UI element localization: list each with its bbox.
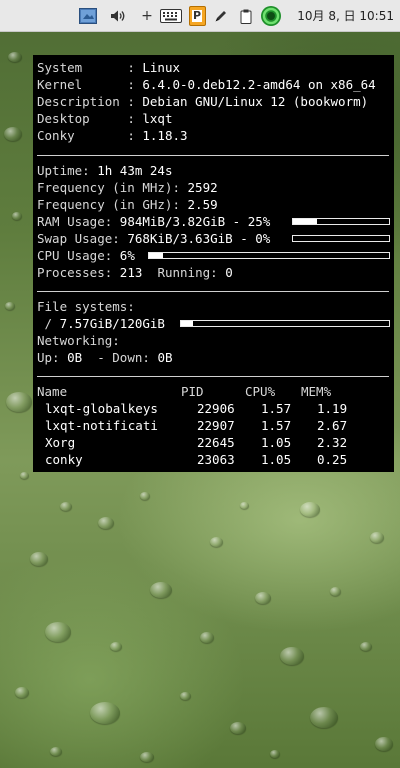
swap-usage-row: Swap Usage: 768KiB/3.63GiB - 0% [37, 231, 271, 246]
pdf-icon: P [188, 6, 206, 26]
process-pid: 23063 [197, 452, 235, 467]
frequency-mhz-row: Frequency (in MHz): 2592 [37, 180, 218, 195]
raindrop [5, 302, 15, 310]
raindrop [98, 517, 114, 529]
raindrop [50, 747, 62, 756]
column-cpu: CPU% [245, 384, 276, 399]
add-button[interactable]: + [140, 0, 154, 32]
raindrop [8, 52, 22, 62]
raindrop [4, 127, 22, 141]
volume-button[interactable] [108, 0, 128, 32]
process-cpu: 1.05 [261, 452, 292, 467]
raindrop [280, 647, 304, 665]
ram-usage-bar [292, 218, 390, 225]
volume-icon [111, 10, 125, 22]
raindrop [210, 537, 223, 547]
process-mem: 2.32 [317, 435, 348, 450]
cpu-usage-row: CPU Usage: 6% [37, 248, 135, 263]
process-pid: 22907 [197, 418, 235, 433]
clipboard-button[interactable] [238, 0, 254, 32]
column-mem: MEM% [301, 384, 332, 399]
divider [37, 155, 389, 156]
status-indicator-button[interactable] [259, 0, 283, 32]
keyboard-icon [160, 9, 182, 23]
top-panel: + P 10月 8, 日 10:51 [0, 0, 400, 32]
raindrop [140, 492, 150, 500]
raindrop [30, 552, 48, 566]
process-cpu: 1.05 [261, 435, 292, 450]
raindrop [90, 702, 120, 724]
raindrop [370, 532, 384, 543]
clipboard-icon [240, 9, 252, 24]
raindrop [375, 737, 393, 751]
green-circle-icon [261, 6, 281, 26]
swap-usage-bar [292, 235, 390, 242]
process-pid: 22906 [197, 401, 235, 416]
file-systems-heading: File systems: [37, 299, 135, 314]
desktop-icon [79, 8, 97, 24]
raindrop [300, 502, 320, 517]
process-name: conky [45, 452, 83, 467]
process-mem: 2.67 [317, 418, 348, 433]
root-fs-bar [180, 320, 390, 327]
keyboard-button[interactable] [159, 0, 183, 32]
processes-row: Processes: 213 Running: 0 [37, 265, 233, 280]
process-name: Xorg [45, 435, 76, 450]
raindrop [180, 692, 191, 700]
raindrop [110, 642, 122, 651]
raindrop [310, 707, 338, 728]
conky-version-row: Conky : 1.18.3 [37, 128, 188, 143]
column-pid: PID [181, 384, 204, 399]
networking-heading: Networking: [37, 333, 120, 348]
raindrop [15, 687, 29, 698]
divider [37, 291, 389, 292]
raindrop [45, 622, 71, 642]
raindrop [140, 752, 154, 762]
process-name: lxqt-notificati [45, 418, 158, 433]
process-cpu: 1.57 [261, 418, 292, 433]
process-cpu: 1.57 [261, 401, 292, 416]
description-row: Description : Debian GNU/Linux 12 (bookw… [37, 94, 369, 109]
raindrop [6, 392, 32, 412]
raindrop [360, 642, 372, 651]
raindrop [270, 750, 280, 758]
network-traffic-row: Up: 0B - Down: 0B [37, 350, 173, 365]
raindrop [20, 472, 29, 479]
kernel-row: Kernel : 6.4.0-0.deb12.2-amd64 on x86_64 [37, 77, 376, 92]
raindrop [12, 212, 22, 220]
cpu-usage-bar [148, 252, 390, 259]
process-pid: 22645 [197, 435, 235, 450]
ram-usage-fill [293, 219, 317, 224]
pdf-app-button[interactable]: P [187, 0, 207, 32]
raindrop [240, 502, 249, 509]
column-name: Name [37, 384, 68, 399]
root-fs-fill [181, 321, 194, 326]
process-name: lxqt-globalkeys [45, 401, 158, 416]
process-mem: 1.19 [317, 401, 348, 416]
raindrop [200, 632, 214, 643]
process-mem: 0.25 [317, 452, 348, 467]
cpu-usage-fill [149, 253, 164, 258]
frequency-ghz-row: Frequency (in GHz): 2.59 [37, 197, 218, 212]
system-row: System : Linux [37, 60, 181, 75]
desktop-row: Desktop : lxqt [37, 111, 173, 126]
raindrop [330, 587, 341, 596]
pen-icon [215, 11, 226, 22]
plus-icon: + [141, 8, 153, 24]
clock[interactable]: 10月 8, 日 10:51 [297, 0, 394, 32]
ram-usage-row: RAM Usage: 984MiB/3.82GiB - 25% [37, 214, 271, 229]
conky-panel: System : Linux Kernel : 6.4.0-0.deb12.2-… [33, 55, 394, 472]
raindrop [255, 592, 271, 604]
pen-button[interactable] [212, 0, 230, 32]
raindrop [150, 582, 172, 598]
raindrop [60, 502, 72, 511]
root-fs-row: / 7.57GiB/120GiB [37, 316, 165, 331]
show-desktop-button[interactable] [77, 0, 99, 32]
divider [37, 376, 389, 377]
raindrop [230, 722, 246, 734]
uptime-row: Uptime: 1h 43m 24s [37, 163, 173, 178]
